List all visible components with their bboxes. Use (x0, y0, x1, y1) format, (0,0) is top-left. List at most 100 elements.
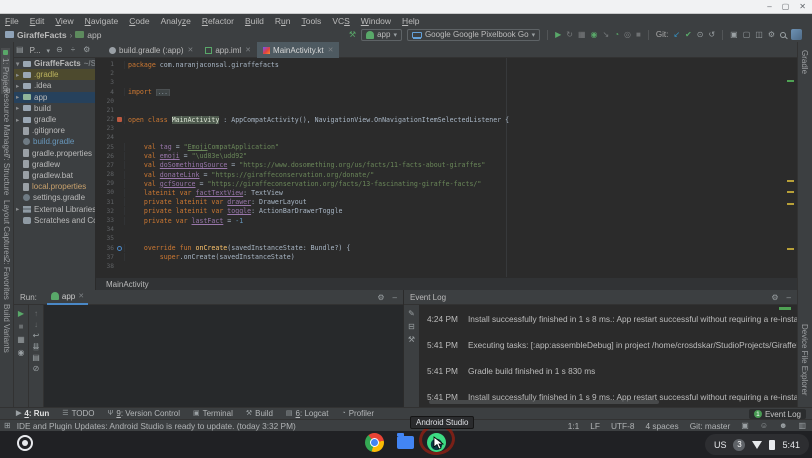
line-number[interactable]: 36 (96, 245, 114, 252)
event-log-body[interactable]: 4:24 PMInstall successfully finished in … (419, 305, 797, 407)
minimize-icon[interactable]: – (393, 294, 397, 302)
tree-item-build[interactable]: ▸build (14, 103, 95, 114)
sidebar-item-1-project[interactable]: 1: Project (1, 48, 10, 94)
toolwindow-button-profiler[interactable]: ◔Profiler (341, 409, 374, 418)
line-number[interactable]: 33 (96, 217, 114, 224)
run-console[interactable] (44, 305, 403, 407)
status-message[interactable]: IDE and Plugin Updates: Android Studio i… (17, 421, 296, 431)
tree-item--gradle[interactable]: ▸.gradle (14, 69, 95, 80)
files-icon[interactable] (397, 436, 414, 449)
menu-help[interactable]: Help (402, 16, 419, 26)
search-icon[interactable] (780, 32, 786, 38)
expand-arrow-icon[interactable]: ▸ (16, 82, 23, 90)
print-icon[interactable]: ▤ (32, 354, 40, 362)
sdk-manager-icon[interactable]: ▣ (730, 31, 738, 39)
line-number[interactable]: 2 (96, 70, 114, 77)
minimize-icon[interactable]: – (787, 294, 791, 302)
tree-item-scratches-and-consoles[interactable]: Scratches and Consoles (14, 215, 95, 226)
line-number[interactable]: 37 (96, 254, 114, 261)
expand-arrow-icon[interactable]: ▸ (16, 104, 23, 112)
menu-refactor[interactable]: Refactor (202, 16, 234, 26)
sidebar-item-layout-captures[interactable]: Layout Captures (2, 200, 11, 259)
settings-icon[interactable]: ⚙ (771, 294, 778, 302)
tree-item-settings-gradle[interactable]: settings.gradle (14, 192, 95, 203)
line-number[interactable]: 38 (96, 263, 114, 270)
editor-breadcrumb[interactable]: MainActivity (96, 277, 797, 290)
device-manager-icon[interactable]: ▢ (743, 31, 751, 39)
menu-run[interactable]: Run (275, 16, 291, 26)
tree-item-giraffefacts[interactable]: ▾GiraffeFacts~/StudioProjects/GiraffeFac… (14, 58, 95, 69)
line-number[interactable]: 32 (96, 208, 114, 215)
expand-arrow-icon[interactable]: ▸ (16, 71, 23, 79)
coverage-icon[interactable]: ▦ (578, 31, 586, 39)
status-widget-git-master[interactable]: Git: master (690, 421, 731, 431)
toolwindow-button-6-logcat[interactable]: ▤6: Logcat (286, 409, 329, 418)
tree-item-local-properties[interactable]: local.properties (14, 181, 95, 192)
tree-item-app[interactable]: ▸app (14, 92, 95, 103)
menu-build[interactable]: Build (245, 16, 264, 26)
line-number[interactable]: 25 (96, 144, 114, 151)
line-number[interactable]: 31 (96, 199, 114, 206)
close-icon[interactable]: ✕ (187, 46, 193, 54)
line-number[interactable]: 34 (96, 226, 114, 233)
menu-code[interactable]: Code (129, 16, 149, 26)
sidebar-item-gradle[interactable]: Gradle (800, 50, 809, 74)
up-icon[interactable]: ↑ (34, 310, 38, 318)
tab-mainactivity-kt[interactable]: MainActivity.kt✕ (257, 42, 339, 58)
line-number[interactable]: 21 (96, 107, 114, 114)
tool-window-switcher-icon[interactable]: ⊞ (4, 422, 11, 430)
status-widget-lf[interactable]: LF (590, 421, 600, 431)
line-number[interactable]: 30 (96, 189, 114, 196)
update-icon[interactable]: ↙ (673, 31, 680, 39)
commit-icon[interactable]: ✔ (685, 31, 692, 39)
device-select[interactable]: Google Google Pixelbook Go (407, 29, 540, 41)
log-entry[interactable]: 5:41 PMGradle build finished in 1 s 830 … (427, 366, 797, 376)
expand-arrow-icon[interactable]: ▸ (16, 93, 23, 101)
project-view-title[interactable]: P... (30, 46, 41, 55)
run-icon[interactable]: ▶ (555, 31, 561, 39)
run-class-gutter-icon[interactable] (117, 117, 122, 122)
filter-icon[interactable]: ⚒ (408, 336, 415, 344)
sidebar-item-resource-manager[interactable]: Resource Manager (2, 88, 11, 156)
tree-item-gradle[interactable]: ▸gradle (14, 114, 95, 125)
tree-item-gradle-properties[interactable]: gradle.properties (14, 148, 95, 159)
line-number[interactable]: 35 (96, 235, 114, 242)
inspections-profile-icon[interactable]: ☻ (779, 422, 787, 430)
code-area[interactable]: 1package com.naranjaconsal.giraffefacts2… (96, 60, 783, 271)
clear-all-icon[interactable]: ⊟ (408, 323, 415, 331)
close-button[interactable]: ✕ (799, 1, 806, 12)
hide-icon[interactable]: ⊖ (56, 46, 63, 54)
expand-arrow-icon[interactable]: ▸ (16, 205, 23, 213)
down-icon[interactable]: ↓ (34, 321, 38, 329)
log-entry[interactable]: 5:41 PMExecuting tasks: [:app:assembleDe… (427, 340, 797, 350)
line-number[interactable]: 24 (96, 134, 114, 141)
sidebar-item-7-structure[interactable]: 7: Structure (2, 154, 11, 195)
sidebar-item-build-variants[interactable]: Build Variants (2, 304, 11, 353)
toolwindow-button-terminal[interactable]: ▣Terminal (193, 409, 233, 418)
menu-window[interactable]: Window (361, 16, 391, 26)
line-number[interactable]: 28 (96, 171, 114, 178)
sidebar-item-device-file-explorer[interactable]: Device File Explorer (800, 324, 809, 396)
settings-icon[interactable]: ⚙ (768, 31, 775, 39)
restore-button[interactable]: ▢ (782, 1, 790, 12)
edit-icon[interactable]: ✎ (408, 310, 415, 318)
breadcrumb-class[interactable]: MainActivity (106, 280, 149, 289)
inspections-icon[interactable]: ☺ (760, 422, 768, 430)
tree-item-build-gradle[interactable]: build.gradle (14, 136, 95, 147)
line-number[interactable]: 27 (96, 162, 114, 169)
minimize-button[interactable]: – (767, 1, 771, 12)
apply-changes-icon[interactable]: ↻ (566, 31, 573, 39)
event-log-button[interactable]: 1 Event Log (749, 409, 806, 419)
user-avatar[interactable] (791, 29, 802, 40)
tab-build-gradle-app-[interactable]: build.gradle (:app)✕ (103, 42, 199, 58)
settings-icon[interactable]: ⚙ (83, 46, 90, 54)
profile-icon[interactable]: ◔ (614, 31, 619, 39)
menu-file[interactable]: File (5, 16, 19, 26)
expand-arrow-icon[interactable]: ▸ (16, 116, 23, 124)
project-view-icon[interactable]: ▤ (16, 46, 24, 54)
settings-icon[interactable]: ⚙ (377, 294, 384, 302)
line-number[interactable]: 29 (96, 180, 114, 187)
line-number[interactable]: 23 (96, 125, 114, 132)
tree-item-gradlew-bat[interactable]: gradlew.bat (14, 170, 95, 181)
chrome-icon[interactable] (365, 433, 384, 452)
